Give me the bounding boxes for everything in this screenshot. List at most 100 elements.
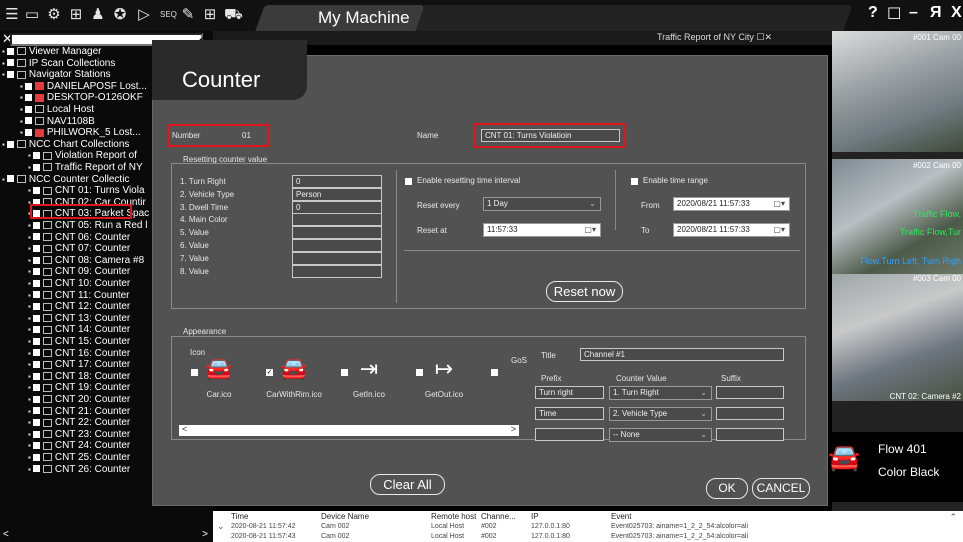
tree-checkbox[interactable] — [32, 430, 40, 438]
log-column-header[interactable]: Device Name — [321, 512, 369, 521]
play-icon[interactable]: ▷ — [136, 5, 152, 25]
expand-toggle-icon[interactable]: ▪ — [28, 441, 31, 450]
edit-icon[interactable]: ✎ — [180, 5, 196, 25]
tree-checkbox[interactable] — [32, 407, 40, 415]
tree-checkbox[interactable] — [24, 129, 32, 137]
user-icon[interactable]: ♟ — [90, 5, 106, 25]
expand-toggle-icon[interactable]: ▪ — [28, 383, 31, 392]
tree-checkbox[interactable] — [32, 326, 40, 334]
prefix-input[interactable] — [535, 428, 604, 441]
tree-item[interactable]: ▪ CNT 09: Counter — [28, 266, 130, 278]
tree-item[interactable]: ▪ CNT 24: Counter — [28, 440, 130, 452]
counter-row-value[interactable]: 0 — [292, 200, 382, 214]
tree-checkbox[interactable] — [32, 361, 40, 369]
camera-view-3[interactable]: #003 Cam 00 CNT 02: Camera #2 — [832, 274, 963, 401]
tree-checkbox[interactable] — [24, 82, 32, 90]
tree-checkbox[interactable] — [6, 175, 14, 183]
icon-checkbox[interactable] — [416, 369, 423, 376]
name-input[interactable]: CNT 01: Turns Violatioin — [481, 129, 620, 142]
minimize-button[interactable]: – — [909, 4, 918, 22]
scroll-up-icon[interactable]: ⌃ — [949, 512, 957, 523]
tree-checkbox[interactable] — [32, 279, 40, 287]
counter-row-value[interactable] — [292, 264, 382, 278]
expand-toggle-icon[interactable]: ▪ — [28, 465, 31, 474]
expand-toggle-icon[interactable]: ▪ — [2, 59, 5, 68]
expand-toggle-icon[interactable]: ▪ — [28, 314, 31, 323]
enable-range-checkbox[interactable] — [631, 178, 638, 185]
grid-icon[interactable]: ⊞ — [202, 5, 218, 25]
scroll-left-icon[interactable]: < — [182, 424, 187, 434]
expand-toggle-icon[interactable]: ▪ — [2, 140, 5, 149]
expand-toggle-icon[interactable]: ▪ — [28, 372, 31, 381]
counter-row-value[interactable] — [292, 239, 382, 252]
tree-item[interactable]: ▪ CNT 01: Turns Viola — [28, 185, 145, 197]
expand-toggle-icon[interactable]: ▪ — [28, 360, 31, 369]
tree-item[interactable]: ▪ Local Host — [20, 104, 94, 116]
title-input[interactable]: Channel #1 — [580, 348, 784, 361]
log-column-header[interactable]: Time — [231, 512, 248, 521]
tree-item[interactable]: ▪ CNT 14: Counter — [28, 324, 130, 336]
tree-checkbox[interactable] — [32, 256, 40, 264]
tree-item[interactable]: ▪ NAV1108B — [20, 116, 95, 128]
expand-toggle-icon[interactable]: ▪ — [2, 175, 5, 184]
camera-view-2[interactable]: #002 Cam 00 Traffic Flow, Traffic Flow,T… — [832, 159, 963, 274]
tree-checkbox[interactable] — [32, 395, 40, 403]
restore-button[interactable]: ☐ — [887, 4, 901, 24]
tree-scrollbar[interactable]: < > — [0, 511, 213, 542]
tree-checkbox[interactable] — [32, 163, 40, 171]
expand-toggle-icon[interactable]: ▪ — [28, 279, 31, 288]
expand-toggle-icon[interactable]: ▪ — [28, 221, 31, 230]
icon-checkbox[interactable] — [341, 369, 348, 376]
icon-option[interactable]: ✓ 🚘 CarWithRim.ico — [254, 346, 334, 399]
tree-item[interactable]: ▪ IP Scan Collections — [2, 58, 115, 70]
reset-now-button[interactable]: Reset now — [546, 281, 623, 302]
seq-button[interactable]: SEQ — [160, 10, 177, 19]
expand-toggle-icon[interactable]: ▪ — [20, 82, 23, 91]
expand-toggle-icon[interactable]: ▪ — [2, 47, 5, 56]
tree-item[interactable]: ▪ Navigator Stations — [2, 69, 111, 81]
scroll-left-icon[interactable]: < — [3, 529, 9, 540]
expand-toggle-icon[interactable]: ▪ — [20, 117, 23, 126]
expand-toggle-icon[interactable]: ▪ — [28, 430, 31, 439]
tree-checkbox[interactable] — [32, 233, 40, 241]
tree-checkbox[interactable] — [24, 105, 32, 113]
counter-row-value[interactable] — [292, 251, 382, 265]
sync-icon[interactable]: ✪ — [112, 5, 128, 25]
tree-item[interactable]: ▪ PHILWORK_5 Lost... — [20, 127, 141, 139]
tree-checkbox[interactable] — [6, 47, 14, 55]
tree-checkbox[interactable] — [32, 187, 40, 195]
number-value[interactable]: 01 — [242, 131, 251, 140]
tree-checkbox[interactable] — [32, 453, 40, 461]
icon-checkbox[interactable] — [191, 369, 198, 376]
help-button[interactable]: ? — [868, 4, 878, 22]
scroll-right-icon[interactable]: > — [202, 529, 208, 540]
menu-icon[interactable]: ☰ — [4, 5, 20, 25]
icon-option[interactable]: 🚘 Car.ico — [179, 346, 259, 399]
log-column-header[interactable]: Remote host — [431, 512, 476, 521]
user-button[interactable]: Я — [930, 4, 942, 22]
icon-checkbox[interactable] — [491, 369, 498, 376]
tree-checkbox[interactable] — [6, 140, 14, 148]
tree-item[interactable]: ▪ Violation Report of — [28, 150, 137, 162]
expand-toggle-icon[interactable]: ▪ — [28, 186, 31, 195]
tree-checkbox[interactable] — [24, 94, 32, 102]
expand-toggle-icon[interactable]: ▪ — [28, 395, 31, 404]
tree-checkbox[interactable] — [32, 337, 40, 345]
reset-at-picker[interactable]: 11:57:33 ▢▾ — [483, 223, 601, 237]
clear-all-button[interactable]: Clear All — [370, 474, 445, 495]
log-column-header[interactable]: Event — [611, 512, 631, 521]
tree-item[interactable]: ▪ CNT 23: Counter — [28, 429, 130, 441]
expand-toggle-icon[interactable]: ▪ — [28, 163, 31, 172]
tree-item[interactable]: ▪ CNT 22: Counter — [28, 417, 130, 429]
counter-row-value[interactable] — [292, 226, 382, 240]
tree-item[interactable]: ▪ CNT 18: Counter — [28, 371, 130, 383]
expand-toggle-icon[interactable]: ▪ — [28, 244, 31, 253]
tab-empty[interactable] — [413, 5, 853, 31]
tree-checkbox[interactable] — [24, 117, 32, 125]
expand-toggle-icon[interactable]: ▪ — [28, 302, 31, 311]
tree-item[interactable]: ▪ CNT 13: Counter — [28, 313, 130, 325]
tree-item[interactable]: ▪ CNT 21: Counter — [28, 406, 130, 418]
log-column-header[interactable]: Channe... — [481, 512, 516, 521]
car-icon[interactable]: ⛟ — [224, 5, 243, 25]
tree-item[interactable]: ▪ NCC Counter Collectic — [2, 174, 129, 186]
